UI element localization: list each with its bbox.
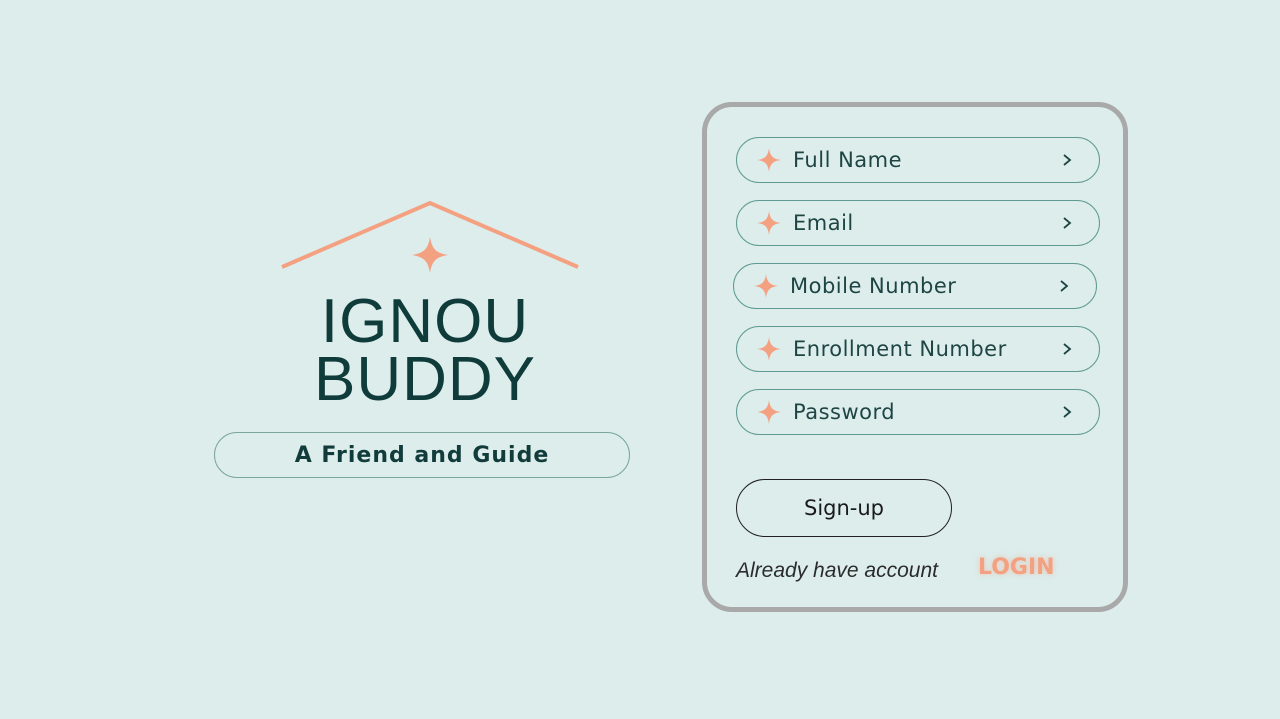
full-name-label: Full Name (793, 148, 903, 172)
password-field[interactable]: Password (736, 389, 1100, 435)
email-field[interactable]: Email (736, 200, 1100, 246)
house-roof-logo-icon (281, 200, 579, 273)
chevron-right-icon (1060, 280, 1069, 292)
full-name-field[interactable]: Full Name (736, 137, 1100, 183)
sparkle-icon (757, 337, 781, 361)
brand-title-line2: BUDDY (313, 345, 537, 414)
chevron-right-icon (1063, 217, 1072, 229)
mobile-number-label: Mobile Number (790, 274, 957, 298)
tagline-text: A Friend and Guide (294, 442, 550, 468)
sparkle-icon (757, 211, 781, 235)
sparkle-icon (757, 148, 781, 172)
brand-section: IGNOU BUDDY A Friend and Guide (210, 195, 640, 495)
tagline-pill: A Friend and Guide (214, 432, 630, 478)
chevron-right-icon (1063, 343, 1072, 355)
chevron-right-icon (1063, 406, 1072, 418)
chevron-right-icon (1063, 154, 1072, 166)
email-label: Email (793, 211, 854, 235)
enrollment-number-field[interactable]: Enrollment Number (736, 326, 1100, 372)
enrollment-number-label: Enrollment Number (793, 337, 1007, 361)
mobile-number-field[interactable]: Mobile Number (733, 263, 1097, 309)
login-link[interactable]: LOGIN (978, 555, 1055, 580)
brand-title-line1: IGNOU (320, 287, 530, 356)
signup-form-card: Full Name Email Mobile Number Enrollment… (702, 102, 1128, 612)
password-label: Password (793, 400, 896, 424)
sparkle-icon (757, 400, 781, 424)
already-have-account-text: Already have account (736, 559, 938, 582)
signup-button[interactable]: Sign-up (736, 479, 952, 537)
sparkle-icon (754, 274, 778, 298)
